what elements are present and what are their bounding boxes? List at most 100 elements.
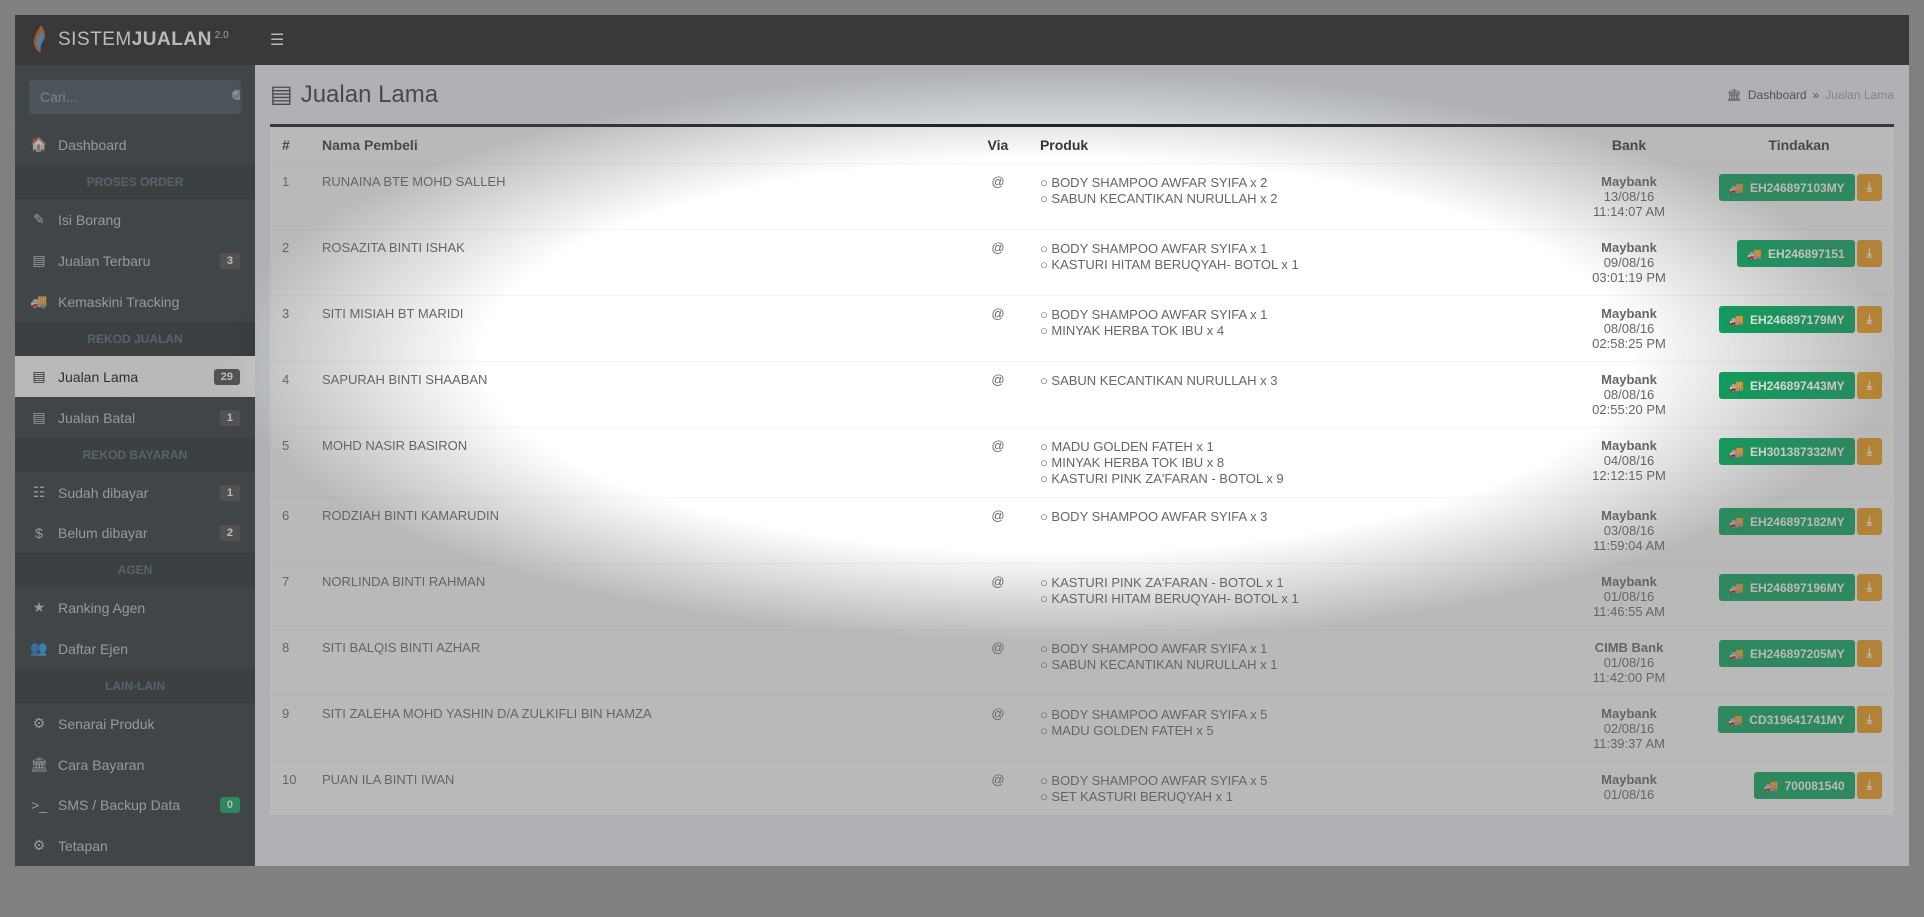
orders-table: # Nama Pembeli Via Produk Bank Tindakan … [270, 127, 1894, 815]
sidebar-item-daftar-ejen[interactable]: 👥 Daftar Ejen [15, 628, 255, 669]
sidebar-item-label: Jualan Lama [58, 369, 138, 385]
cell-via: @ [968, 762, 1028, 816]
data-panel: # Nama Pembeli Via Produk Bank Tindakan … [270, 124, 1894, 815]
cell-via: @ [968, 630, 1028, 696]
col-tindakan: Tindakan [1704, 127, 1894, 164]
cell-tindakan: 🚚 EH246897179MY⤓ [1704, 296, 1894, 362]
product-line: ○ MADU GOLDEN FATEH x 5 [1040, 723, 1542, 738]
tracking-button[interactable]: 🚚 CD319641741MY [1718, 706, 1854, 733]
col-no: # [270, 127, 310, 164]
cell-produk: ○ KASTURI PINK ZA'FARAN - BOTOL x 1○ KAS… [1028, 564, 1554, 630]
col-bank: Bank [1554, 127, 1704, 164]
download-button[interactable]: ⤓ [1857, 174, 1882, 201]
tracking-button[interactable]: 🚚 EH246897151 [1737, 240, 1855, 267]
sidebar-item-sudah-dibayar[interactable]: ☷ Sudah dibayar 1 [15, 472, 255, 513]
table-row: 6RODZIAH BINTI KAMARUDIN@○ BODY SHAMPOO … [270, 498, 1894, 564]
download-icon: ⤓ [1867, 378, 1872, 393]
sidebar-item-jualan-terbaru[interactable]: ▤ Jualan Terbaru 3 [15, 240, 255, 281]
sidebar-header-bayaran: REKOD BAYARAN [15, 438, 255, 472]
product-line: ○ MINYAK HERBA TOK IBU x 8 [1040, 455, 1542, 470]
breadcrumb-dashboard[interactable]: Dashboard [1748, 88, 1807, 102]
cell-produk: ○ BODY SHAMPOO AWFAR SYIFA x 2○ SABUN KE… [1028, 164, 1554, 230]
chevron-right-icon: » [1813, 88, 1820, 102]
cell-via: @ [968, 230, 1028, 296]
cell-nama: MOHD NASIR BASIRON [310, 428, 968, 498]
search-button[interactable]: 🔍 [231, 81, 241, 113]
app-name-bold: JUALAN [132, 29, 212, 50]
download-button[interactable]: ⤓ [1857, 706, 1882, 733]
search-box: 🔍 [29, 80, 241, 114]
cell-nama: PUAN ILA BINTI IWAN [310, 762, 968, 816]
dashboard-icon: 🏠 [30, 136, 48, 153]
download-button[interactable]: ⤓ [1857, 372, 1882, 399]
table-row: 7NORLINDA BINTI RAHMAN@○ KASTURI PINK ZA… [270, 564, 1894, 630]
menu-toggle-icon[interactable]: ☰ [270, 30, 284, 50]
download-button[interactable]: ⤓ [1857, 438, 1882, 465]
main-content: ▤ Jualan Lama 🏛 Dashboard » Jualan Lama … [255, 65, 1909, 866]
sidebar-item-cara-bayaran[interactable]: 🏛 Cara Bayaran [15, 744, 255, 785]
tracking-button[interactable]: 🚚 EH246897179MY [1719, 306, 1855, 333]
truck-icon: 🚚 [30, 293, 48, 310]
cell-tindakan: 🚚 CD319641741MY⤓ [1704, 696, 1894, 762]
cell-no: 8 [270, 630, 310, 696]
sidebar-item-label: Isi Borang [58, 212, 121, 228]
cell-bank: Maybank08/08/1602:55:20 PM [1554, 362, 1704, 428]
product-line: ○ KASTURI PINK ZA'FARAN - BOTOL x 9 [1040, 471, 1542, 486]
sidebar-item-ranking-agen[interactable]: ★ Ranking Agen [15, 587, 255, 628]
sidebar-item-isi-borang[interactable]: ✎ Isi Borang [15, 199, 255, 240]
tracking-button[interactable]: 🚚 EH301387332MY [1719, 438, 1855, 465]
truck-icon: 🚚 [1729, 379, 1744, 393]
tracking-button[interactable]: 🚚 EH246897103MY [1719, 174, 1855, 201]
list-icon: ▤ [270, 80, 293, 109]
search-input[interactable] [30, 81, 231, 113]
table-row: 5MOHD NASIR BASIRON@○ MADU GOLDEN FATEH … [270, 428, 1894, 498]
download-button[interactable]: ⤓ [1857, 508, 1882, 535]
sidebar-item-jualan-lama[interactable]: ▤ Jualan Lama 29 [15, 356, 255, 397]
badge: 2 [220, 525, 240, 541]
sidebar-item-belum-dibayar[interactable]: $ Belum dibayar 2 [15, 513, 255, 553]
cell-nama: RUNAINA BTE MOHD SALLEH [310, 164, 968, 230]
cell-no: 2 [270, 230, 310, 296]
product-line: ○ SABUN KECANTIKAN NURULLAH x 2 [1040, 191, 1542, 206]
product-line: ○ BODY SHAMPOO AWFAR SYIFA x 1 [1040, 641, 1542, 656]
cell-no: 9 [270, 696, 310, 762]
tracking-button[interactable]: 🚚 EH246897443MY [1719, 372, 1855, 399]
col-nama: Nama Pembeli [310, 127, 968, 164]
cell-nama: SITI ZALEHA MOHD YASHIN D/A ZULKIFLI BIN… [310, 696, 968, 762]
download-button[interactable]: ⤓ [1857, 772, 1882, 799]
cell-bank: Maybank03/08/1611:59:04 AM [1554, 498, 1704, 564]
sidebar-item-label: Belum dibayar [58, 525, 148, 541]
product-line: ○ SABUN KECANTIKAN NURULLAH x 3 [1040, 373, 1542, 388]
sidebar-header-rekod: REKOD JUALAN [15, 322, 255, 356]
table-row: 9SITI ZALEHA MOHD YASHIN D/A ZULKIFLI BI… [270, 696, 1894, 762]
download-icon: ⤓ [1867, 514, 1872, 529]
sidebar-item-label: Senarai Produk [58, 716, 155, 732]
tracking-button[interactable]: 🚚 EH246897182MY [1719, 508, 1855, 535]
sidebar-item-dashboard[interactable]: 🏠 Dashboard [15, 124, 255, 165]
sidebar-item-sms-backup[interactable]: >_ SMS / Backup Data 0 [15, 785, 255, 825]
terminal-icon: >_ [30, 797, 48, 813]
tracking-button[interactable]: 🚚 700081540 [1754, 772, 1855, 799]
badge: 1 [220, 485, 240, 501]
app-logo[interactable]: SISTEMJUALAN 2.0 [30, 25, 270, 56]
sidebar-item-jualan-batal[interactable]: ▤ Jualan Batal 1 [15, 397, 255, 438]
download-button[interactable]: ⤓ [1857, 306, 1882, 333]
sidebar-item-tetapan[interactable]: ⚙ Tetapan [15, 825, 255, 866]
sidebar: 🔍 🏠 Dashboard PROSES ORDER ✎ Isi Borang … [15, 65, 255, 866]
download-button[interactable]: ⤓ [1857, 640, 1882, 667]
tracking-button[interactable]: 🚚 EH246897205MY [1719, 640, 1855, 667]
cell-tindakan: 🚚 EH246897103MY⤓ [1704, 164, 1894, 230]
download-button[interactable]: ⤓ [1857, 574, 1882, 601]
gear-icon: ⚙ [30, 837, 48, 854]
col-produk: Produk [1028, 127, 1554, 164]
cell-bank: CIMB Bank01/08/1611:42:00 PM [1554, 630, 1704, 696]
sidebar-item-label: SMS / Backup Data [58, 797, 180, 813]
truck-icon: 🚚 [1729, 515, 1744, 529]
download-button[interactable]: ⤓ [1857, 240, 1882, 267]
cell-nama: RODZIAH BINTI KAMARUDIN [310, 498, 968, 564]
cell-via: @ [968, 564, 1028, 630]
sidebar-item-senarai-produk[interactable]: ⚙ Senarai Produk [15, 703, 255, 744]
table-row: 8SITI BALQIS BINTI AZHAR@○ BODY SHAMPOO … [270, 630, 1894, 696]
sidebar-item-kemaskini-tracking[interactable]: 🚚 Kemaskini Tracking [15, 281, 255, 322]
tracking-button[interactable]: 🚚 EH246897196MY [1719, 574, 1855, 601]
